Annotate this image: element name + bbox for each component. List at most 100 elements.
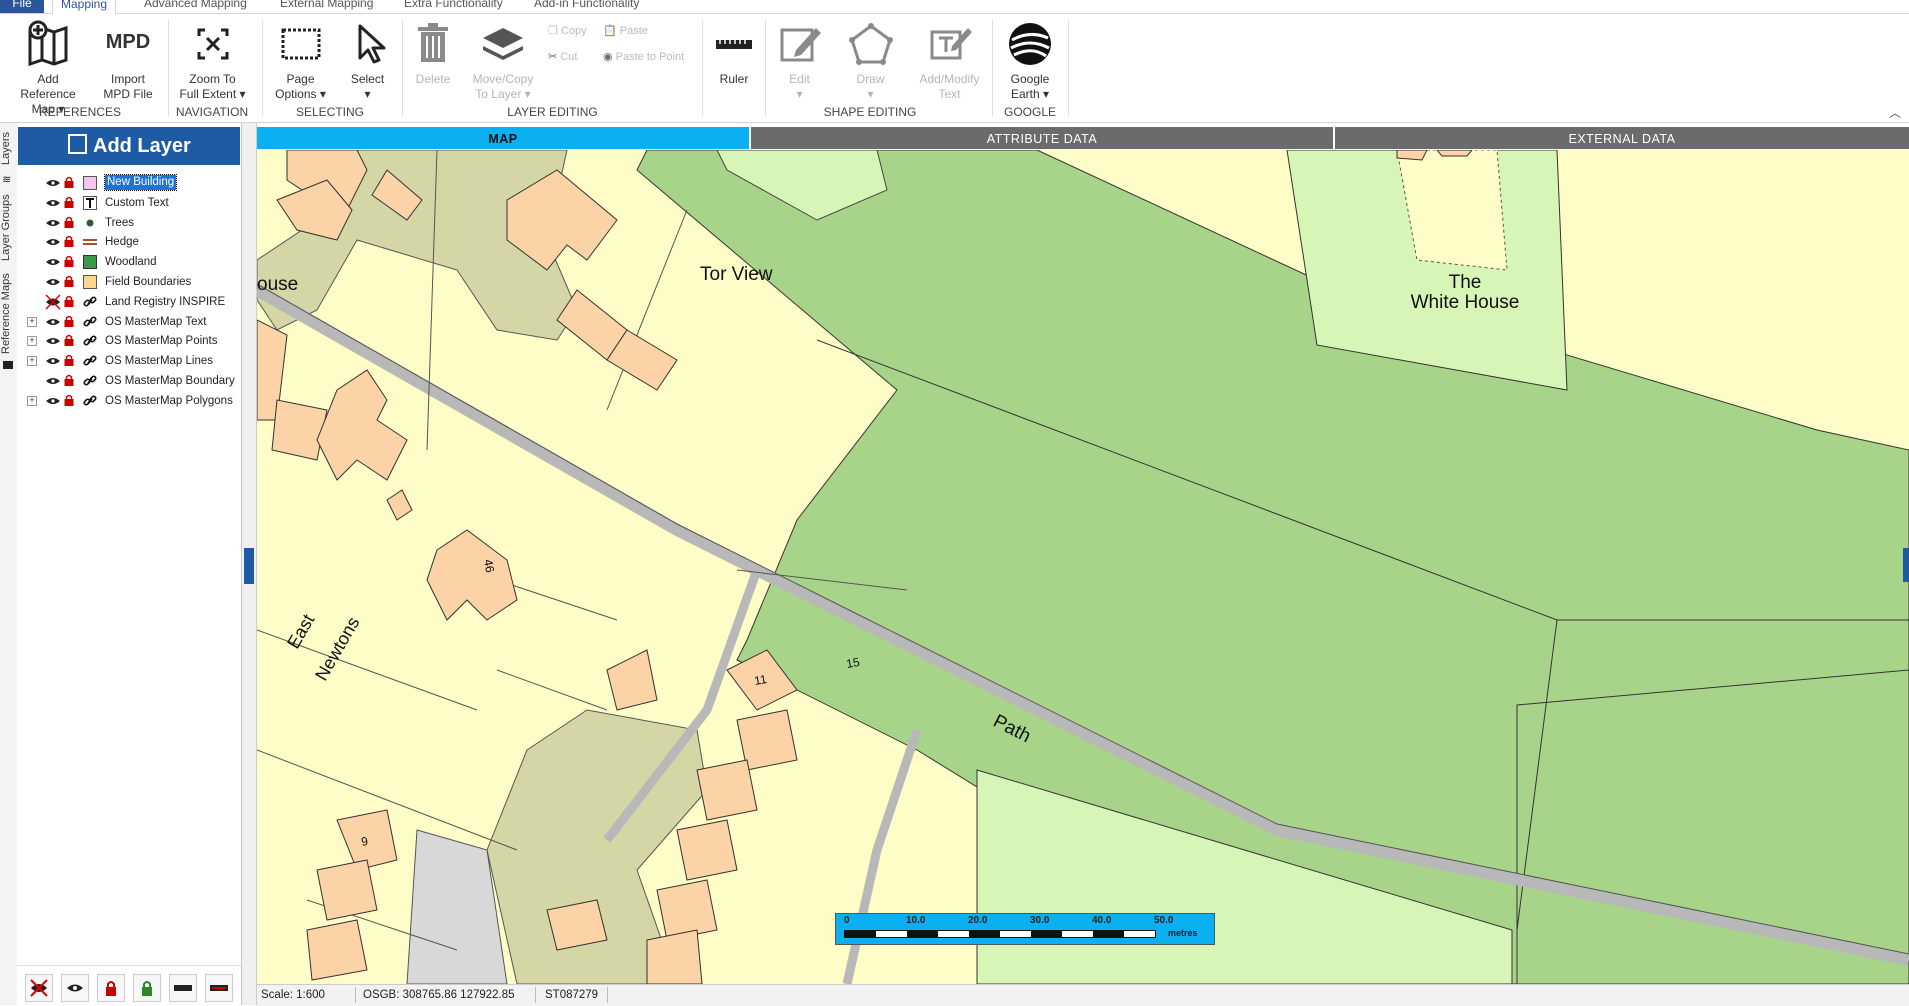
- collapse-panel-handle[interactable]: [244, 548, 254, 584]
- layer-row[interactable]: + OS MasterMap Text: [25, 312, 239, 332]
- layer-name: Hedge: [105, 236, 139, 249]
- paste-button[interactable]: 📋 Paste: [603, 24, 648, 37]
- layer-row[interactable]: Custom Text: [25, 193, 239, 213]
- lock-all-button[interactable]: [97, 974, 125, 1002]
- eye-icon[interactable]: [45, 331, 61, 351]
- lock-icon[interactable]: [64, 275, 74, 287]
- show-all-button[interactable]: [61, 974, 89, 1002]
- select-button[interactable]: Select ▾: [340, 20, 395, 102]
- paste-to-point-button[interactable]: ◉ Paste to Point: [603, 50, 684, 63]
- google-earth-button[interactable]: Google Earth ▾: [999, 20, 1061, 102]
- tab-external-data[interactable]: EXTERNAL DATA: [1335, 127, 1909, 149]
- eye-icon[interactable]: [45, 371, 61, 391]
- layer-name: OS MasterMap Lines: [105, 355, 214, 368]
- side-tab-layers[interactable]: Layers: [0, 129, 17, 167]
- tab-advanced-mapping[interactable]: Advanced Mapping: [136, 0, 255, 13]
- layer-row[interactable]: Hedge: [25, 232, 239, 252]
- eye-icon[interactable]: [45, 312, 61, 332]
- tab-external-mapping[interactable]: External Mapping: [272, 0, 381, 13]
- lock-icon[interactable]: [64, 235, 74, 248]
- lock-icon[interactable]: [64, 295, 74, 307]
- eye-icon[interactable]: [45, 213, 61, 233]
- expand-icon[interactable]: +: [27, 395, 37, 406]
- layer-row[interactable]: Trees: [25, 213, 239, 233]
- lock-icon[interactable]: [64, 176, 74, 188]
- lock-icon[interactable]: [64, 255, 74, 268]
- eye-icon[interactable]: [45, 173, 61, 193]
- layer-row[interactable]: Field Boundaries: [25, 272, 239, 292]
- layer-panel-toolbar: [17, 965, 241, 1006]
- copy-icon: ❐: [548, 25, 558, 37]
- collapse-ribbon-icon[interactable]: ︿: [1889, 104, 1901, 121]
- hide-all-button[interactable]: [25, 974, 53, 1002]
- measure-icon: [210, 985, 228, 991]
- eye-icon[interactable]: [45, 351, 61, 371]
- add-layer-button[interactable]: Add Layer: [18, 127, 240, 165]
- import-mpd-button[interactable]: MPD Import MPD File: [98, 20, 158, 102]
- side-tab-layer-groups[interactable]: Layer Groups: [0, 193, 17, 263]
- lock-icon[interactable]: [64, 334, 74, 347]
- add-reference-map-button[interactable]: Add Reference Map ▾: [8, 20, 88, 117]
- expand-icon[interactable]: +: [27, 316, 37, 327]
- layer-row[interactable]: New Building: [25, 173, 239, 193]
- paste-label: Paste: [619, 25, 648, 37]
- lock-icon[interactable]: [64, 354, 74, 367]
- eye-icon[interactable]: [45, 232, 61, 252]
- building: [1436, 150, 1473, 157]
- expand-icon[interactable]: +: [27, 336, 37, 347]
- eye-icon[interactable]: [45, 391, 61, 411]
- lock-icon[interactable]: [64, 374, 74, 386]
- tab-mapping[interactable]: Mapping: [52, 0, 117, 15]
- move-copy-layer-button[interactable]: Move/Copy To Layer ▾: [468, 20, 538, 102]
- scale-tick-10: 10.0: [906, 915, 926, 926]
- ruler-tool-button[interactable]: [169, 974, 197, 1002]
- delete-button[interactable]: Delete: [408, 20, 458, 87]
- eye-crossed-icon[interactable]: [45, 292, 61, 312]
- zoom-full-extent-button[interactable]: Zoom To Full Extent ▾: [175, 20, 250, 102]
- lock-icon[interactable]: [64, 216, 74, 228]
- layer-row[interactable]: OS MasterMap Boundary: [25, 371, 239, 391]
- unlock-all-button[interactable]: [133, 974, 161, 1002]
- draw-shape-button[interactable]: Draw ▾: [843, 20, 898, 102]
- expand-icon[interactable]: +: [27, 356, 37, 367]
- layer-row[interactable]: Land Registry INSPIRE: [25, 292, 239, 312]
- tab-file[interactable]: File: [0, 0, 44, 13]
- group-navigation: NAVIGATION: [175, 105, 249, 119]
- separator: [262, 20, 263, 116]
- add-modify-text-button[interactable]: Add/Modify Text: [912, 20, 987, 102]
- copy-button[interactable]: ❐ Copy: [548, 24, 587, 37]
- tab-extra-functionality[interactable]: Extra Functionality: [396, 0, 511, 13]
- expand-right-handle[interactable]: [1903, 548, 1909, 582]
- layer-row[interactable]: Woodland: [25, 252, 239, 272]
- import-mpd-label-2: MPD File: [103, 87, 153, 101]
- layer-row[interactable]: + OS MasterMap Lines: [25, 351, 239, 371]
- building: [316, 369, 408, 481]
- layer-name: Field Boundaries: [105, 276, 192, 288]
- map-canvas[interactable]: Tor View The White House ouse East Newto…: [257, 150, 1909, 984]
- eye-icon[interactable]: [45, 252, 61, 272]
- layer-row[interactable]: + OS MasterMap Polygons: [25, 391, 239, 411]
- cut-button[interactable]: ✂ Cut: [548, 50, 577, 63]
- paste-icon: 📋: [603, 25, 617, 37]
- tab-attribute-data[interactable]: ATTRIBUTE DATA: [751, 127, 1333, 149]
- edit-shape-button[interactable]: Edit ▾: [772, 20, 827, 102]
- layer-row[interactable]: + OS MasterMap Points: [25, 331, 239, 351]
- separator: [992, 20, 993, 116]
- eye-icon[interactable]: [45, 272, 61, 292]
- layer-name: Custom Text: [105, 196, 169, 209]
- tab-addin-functionality[interactable]: Add-in Functionality: [526, 0, 647, 13]
- label-number-15: 15: [845, 655, 861, 671]
- ruler-icon: [716, 40, 752, 49]
- eye-icon[interactable]: [45, 193, 61, 213]
- measure-tool-button[interactable]: [205, 974, 233, 1002]
- lock-icon[interactable]: [64, 196, 74, 208]
- lock-icon[interactable]: [64, 394, 74, 406]
- status-bar: Scale: 1:600 OSGB: 308765.86 127922.85 S…: [257, 984, 1909, 1006]
- lock-icon[interactable]: [64, 315, 74, 327]
- side-tab-reference-maps[interactable]: Reference Maps: [0, 269, 17, 359]
- target-icon: ◉: [603, 51, 613, 63]
- ruler-button[interactable]: Ruler: [710, 20, 758, 87]
- page-options-button[interactable]: Page Options ▾: [268, 20, 333, 102]
- tab-map[interactable]: MAP: [257, 127, 749, 149]
- separator: [765, 20, 766, 116]
